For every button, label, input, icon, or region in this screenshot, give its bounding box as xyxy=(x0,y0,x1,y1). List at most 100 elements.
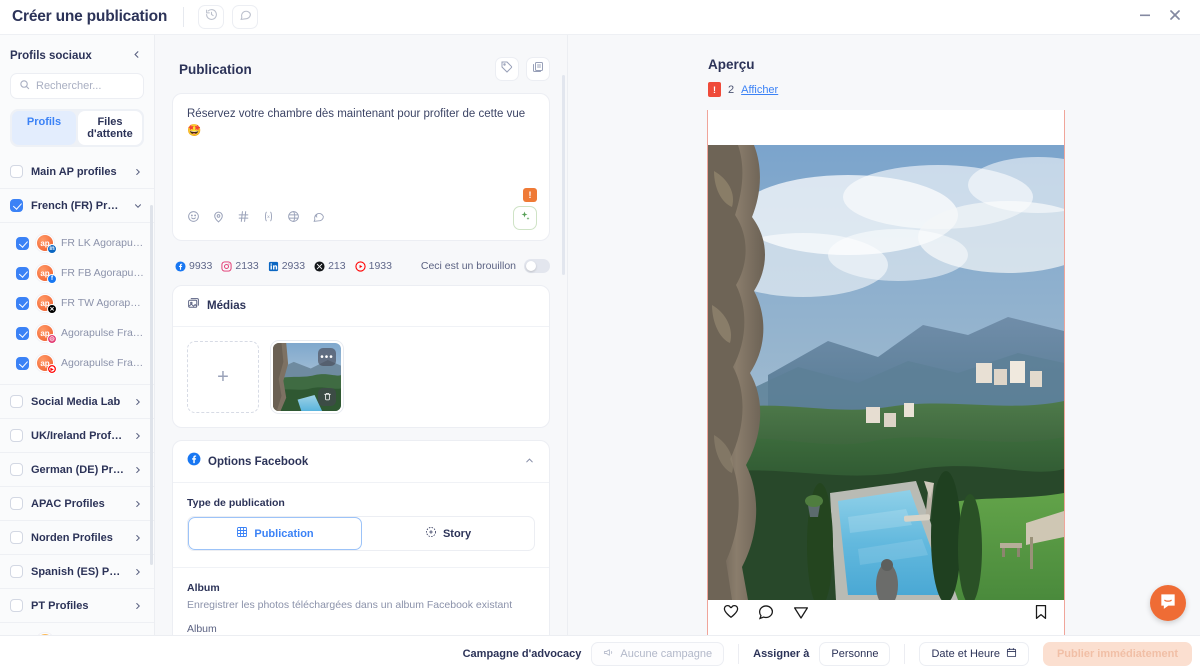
profile-checkbox[interactable] xyxy=(16,326,29,340)
comment-bubble-icon[interactable] xyxy=(757,603,775,626)
sidebar-group-german[interactable]: German (DE) Profi... xyxy=(0,453,154,487)
tab-files-attente[interactable]: Files d'attente xyxy=(78,111,142,145)
emoji-icon[interactable] xyxy=(187,210,200,228)
avatar: ap in xyxy=(36,234,57,254)
counter-value: 1933 xyxy=(368,260,392,272)
close-button[interactable] xyxy=(1160,4,1190,30)
media-more-button[interactable]: ••• xyxy=(318,348,336,366)
group-label: German (DE) Profi... xyxy=(31,463,124,476)
chevron-up-icon[interactable] xyxy=(524,453,535,471)
group-checkbox[interactable] xyxy=(10,599,23,612)
warning-badge[interactable]: ! xyxy=(523,188,537,202)
sidebar-title: Profils sociaux xyxy=(10,50,92,62)
window-controls xyxy=(1130,4,1200,30)
template-button[interactable] xyxy=(526,57,550,81)
avatar: ap ▸ xyxy=(36,354,57,374)
group-label: French (FR) Profiles xyxy=(31,199,124,212)
group-checkbox[interactable] xyxy=(10,531,23,544)
group-checkbox[interactable] xyxy=(10,463,23,476)
sidebar-group-social-media-lab[interactable]: Social Media Lab xyxy=(0,385,154,419)
group-label: Social Media Lab xyxy=(31,395,121,408)
sidebar-group-uk-ireland[interactable]: UK/Ireland Profiles xyxy=(0,419,154,453)
album-section: Album Enregistrer les photos téléchargée… xyxy=(187,582,535,635)
preview-show-link[interactable]: Afficher xyxy=(741,84,778,96)
minimize-button[interactable] xyxy=(1130,4,1160,30)
sidebar-collapse-button[interactable] xyxy=(131,47,142,65)
instagram-icon: ◎ xyxy=(47,334,57,344)
post-text-editor[interactable]: Réservez votre chambre dès maintenant po… xyxy=(172,93,550,241)
location-icon[interactable] xyxy=(212,210,225,228)
sidebar-scrollbar[interactable] xyxy=(150,205,153,565)
add-media-button[interactable]: + xyxy=(187,341,259,413)
profile-fr-yt[interactable]: ap ▸ Agorapulse France xyxy=(0,348,154,378)
media-thumbnail[interactable]: ••• xyxy=(271,341,343,413)
profile-checkbox[interactable] xyxy=(16,266,29,280)
group-checkbox[interactable] xyxy=(10,429,23,442)
reply-icon[interactable] xyxy=(312,210,325,228)
group-checkbox[interactable] xyxy=(10,497,23,510)
preview-photo-image xyxy=(708,145,1064,600)
media-title: Médias xyxy=(207,300,246,312)
media-delete-button[interactable] xyxy=(318,388,336,406)
search-container[interactable] xyxy=(10,73,144,99)
template-icon xyxy=(532,60,544,78)
sidebar-group-apac[interactable]: APAC Profiles xyxy=(0,487,154,521)
profile-fr-fb[interactable]: ap f FR FB Agorapulse xyxy=(0,258,154,288)
bookmark-icon[interactable] xyxy=(1032,603,1050,626)
post-type-story[interactable]: Story xyxy=(362,517,534,550)
chevron-right-icon xyxy=(132,430,144,442)
post-editor-column: Publication Réservez votre chambre dès m… xyxy=(155,35,567,635)
sidebar-group-pt[interactable]: PT Profiles xyxy=(0,589,154,623)
group-checkbox[interactable] xyxy=(10,565,23,578)
story-icon xyxy=(425,526,437,541)
facebook-options-header[interactable]: Options Facebook xyxy=(173,441,549,483)
sidebar-group-main-ap[interactable]: Main AP profiles xyxy=(0,155,154,189)
profile-fr-lk[interactable]: ap in FR LK Agorapulse xyxy=(0,228,154,258)
sidebar-group-norden[interactable]: Norden Profiles xyxy=(0,521,154,555)
heart-icon[interactable] xyxy=(722,603,740,626)
group-checkbox[interactable] xyxy=(10,199,23,212)
tab-profils[interactable]: Profils xyxy=(12,111,76,145)
profile-fr-tw[interactable]: ap ✕ FR TW Agorapulse xyxy=(0,288,154,318)
assign-label: Assigner à xyxy=(753,648,810,660)
tag-button[interactable] xyxy=(495,57,519,81)
facebook-options-card: Options Facebook Type de publication Pub… xyxy=(172,440,550,635)
ai-assist-button[interactable] xyxy=(513,206,537,230)
comments-button[interactable] xyxy=(232,5,259,29)
group-checkbox[interactable] xyxy=(10,395,23,408)
hashtag-icon[interactable] xyxy=(237,210,250,228)
section-divider xyxy=(173,567,549,568)
tag-icon xyxy=(501,60,513,78)
error-icon[interactable]: ! xyxy=(708,82,721,97)
variable-icon[interactable]: x xyxy=(262,210,275,228)
profile-checkbox[interactable] xyxy=(16,296,29,310)
publish-button[interactable]: Publier immédiatement xyxy=(1042,642,1192,666)
sidebar-group-spanish[interactable]: Spanish (ES) Profiles xyxy=(0,555,154,589)
editor-scrollbar[interactable] xyxy=(562,75,565,275)
sidebar-group-french[interactable]: French (FR) Profiles xyxy=(0,189,154,223)
send-icon[interactable] xyxy=(792,603,810,626)
schedule-button[interactable]: Date et Heure xyxy=(919,642,1029,666)
post-text[interactable]: Réservez votre chambre dès maintenant po… xyxy=(187,106,535,139)
group-checkbox[interactable] xyxy=(10,165,23,178)
preview-error-count: 2 xyxy=(728,83,735,96)
post-type-publication[interactable]: Publication xyxy=(188,517,362,550)
history-button[interactable] xyxy=(198,5,225,29)
advocacy-campaign-select[interactable]: Aucune campagne xyxy=(591,642,725,666)
media-header: Médias xyxy=(173,286,549,327)
profile-fr-ig[interactable]: ap ◎ Agorapulse France xyxy=(0,318,154,348)
search-input[interactable] xyxy=(36,80,135,92)
avatar: ap f xyxy=(36,264,57,284)
profile-label: FR FB Agorapulse xyxy=(61,267,144,279)
assignee-select[interactable]: Personne xyxy=(819,642,891,666)
draft-toggle[interactable] xyxy=(524,259,550,273)
link-icon[interactable] xyxy=(287,210,300,228)
profile-checkbox[interactable] xyxy=(16,356,29,370)
youtube-icon: ▸ xyxy=(47,364,57,374)
instagram-action-bar xyxy=(708,600,1064,628)
intercom-launcher-button[interactable] xyxy=(1150,585,1186,621)
profile-checkbox[interactable] xyxy=(16,236,29,250)
profile-social-agency-scout[interactable]: ap f Social Agency Scout xyxy=(0,623,154,635)
calendar-icon xyxy=(1006,647,1017,661)
media-card: Médias + ••• xyxy=(172,285,550,428)
